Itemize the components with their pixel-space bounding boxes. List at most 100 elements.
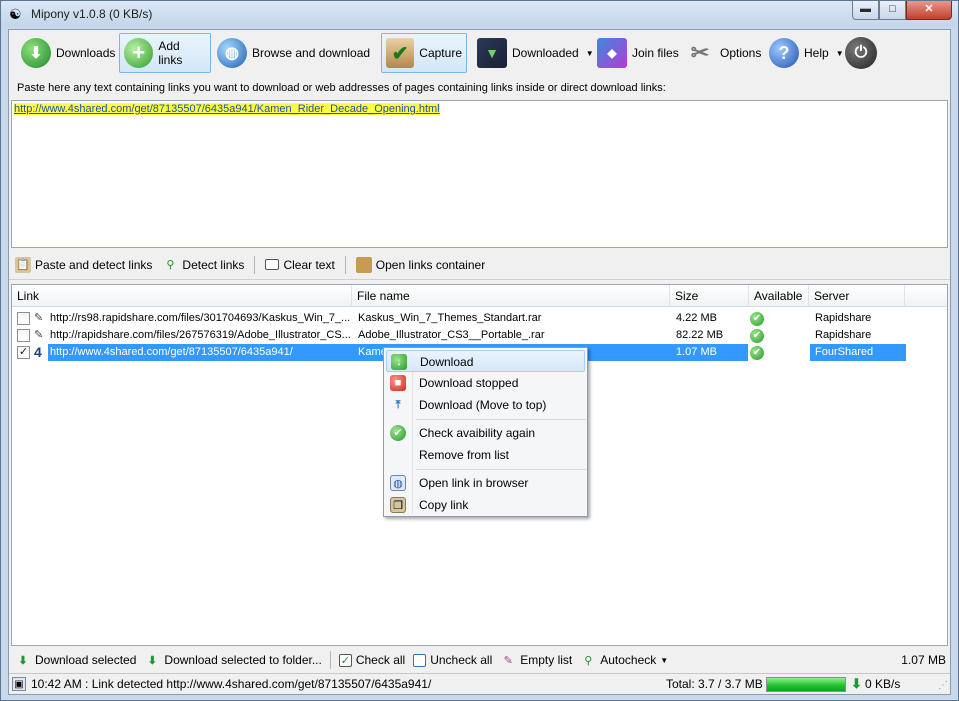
available-check-icon: ✔ — [750, 329, 764, 343]
rapidshare-icon: ✎ — [34, 312, 44, 324]
column-available[interactable]: Available — [749, 285, 809, 307]
autocheck-button[interactable]: ⚲ Autocheck ▼ — [580, 652, 668, 668]
download-selected-to-folder-button[interactable]: ⬇ Download selected to folder... — [144, 652, 322, 668]
add-links-label: Add links — [158, 39, 183, 67]
list-header: Link File name Size Available Server — [12, 285, 947, 307]
paste-and-detect-label: Paste and detect links — [35, 257, 153, 272]
available-check-icon: ✔ — [750, 346, 764, 360]
row-available: ✔ — [750, 344, 790, 361]
download-speed: 0 KB/s — [865, 677, 901, 691]
help-button[interactable]: ? Help ▼ — [765, 33, 848, 73]
resize-grip-icon[interactable]: ⋰ — [938, 680, 948, 691]
power-icon: ⏻ — [845, 37, 877, 69]
add-icon: + — [124, 38, 154, 68]
menu-item-download-stopped[interactable]: ■ Download stopped — [386, 372, 585, 394]
join-files-icon: ◆ — [597, 38, 627, 68]
minimize-button[interactable]: ▬ — [852, 1, 879, 20]
downloads-label: Downloads — [56, 46, 116, 60]
magnifier-icon: ⚲ — [584, 654, 593, 667]
links-textarea[interactable]: http://www.4shared.com/get/87135507/6435… — [11, 100, 948, 248]
available-check-icon: ✔ — [750, 312, 764, 326]
open-links-container-button[interactable]: Open links container — [355, 256, 486, 273]
empty-list-button[interactable]: ✎ Empty list — [500, 652, 573, 668]
box-icon — [355, 256, 372, 273]
autocheck-label: Autocheck — [600, 653, 657, 667]
column-size[interactable]: Size — [670, 285, 749, 307]
app-window: ☯ Mipony v1.0.8 (0 KB/s) ▬ □ ✕ ⬇ Downloa… — [0, 0, 959, 701]
separator — [329, 651, 331, 669]
title-bar[interactable]: ☯ Mipony v1.0.8 (0 KB/s) ▬ □ ✕ — [1, 1, 958, 27]
downloaded-button[interactable]: ▼ Downloaded ▼ — [473, 33, 598, 73]
download-selected-label: Download selected — [35, 653, 137, 667]
row-context-menu: ↓ Download ■ Download stopped ⤒ Download… — [383, 347, 588, 517]
download-folder-icon: ⬇ — [147, 654, 158, 667]
downloads-button[interactable]: ⬇ Downloads — [17, 33, 119, 73]
paste-icon: 📋 — [15, 256, 31, 273]
clear-icon — [265, 259, 280, 270]
clear-text-button[interactable]: Clear text — [265, 258, 335, 272]
menu-item-move-to-top[interactable]: ⤒ Download (Move to top) — [386, 394, 585, 416]
chevron-down-icon: ▼ — [660, 655, 669, 665]
check-all-button[interactable]: ✓ Check all — [338, 653, 405, 667]
row-link: http://www.4shared.com/get/87135507/6435… — [50, 346, 293, 358]
download-arrow-icon: ⬇ — [18, 654, 28, 667]
detect-links-button[interactable]: ⚲ Detect links — [162, 257, 244, 273]
menu-item-label: Open link in browser — [419, 476, 529, 490]
pasted-link-text: http://www.4shared.com/get/87135507/6435… — [14, 103, 440, 115]
menu-item-open-in-browser[interactable]: ◍ Open link in browser — [386, 472, 585, 494]
row-checkbox[interactable] — [17, 312, 30, 325]
row-server: Rapidshare — [815, 312, 872, 324]
menu-item-label: Remove from list — [419, 448, 510, 462]
row-checkbox[interactable] — [17, 329, 30, 342]
check-icon: ✔ — [390, 425, 406, 441]
join-files-button[interactable]: ◆ Join files — [593, 33, 683, 73]
menu-item-label: Download — [420, 355, 474, 369]
add-links-button[interactable]: + Add links — [119, 33, 211, 73]
column-link[interactable]: Link — [12, 285, 352, 307]
checkbox-empty-icon — [413, 653, 427, 667]
close-button[interactable]: ✕ — [906, 1, 952, 20]
row-size: 4.22 MB — [676, 312, 717, 324]
download-selected-to-folder-label: Download selected to folder... — [164, 653, 322, 667]
help-icon: ? — [769, 38, 799, 68]
text-actions-bar: 📋 Paste and detect links ⚲ Detect links … — [9, 250, 950, 280]
row-file-name: Kaskus_Win_7_Themes_Standart.rar — [358, 312, 542, 324]
progress-fill — [767, 678, 845, 691]
move-top-icon: ⤒ — [395, 399, 401, 411]
power-button[interactable]: ⏻ — [841, 33, 881, 73]
capture-button[interactable]: ✔ Capture — [381, 33, 467, 73]
globe-icon: ◍ — [217, 38, 247, 68]
menu-item-copy-link[interactable]: ❐ Copy link — [386, 494, 585, 516]
row-file-name: Adobe_Illustrator_CS3__Portable_.rar — [358, 329, 545, 341]
input-hint: Paste here any text containing links you… — [17, 82, 666, 94]
browse-label: Browse and download — [252, 46, 371, 60]
column-file-name[interactable]: File name — [352, 285, 670, 307]
maximize-button[interactable]: □ — [879, 1, 906, 20]
browse-and-download-button[interactable]: ◍ Browse and download — [213, 33, 374, 73]
uncheck-all-button[interactable]: Uncheck all — [413, 653, 492, 667]
rapidshare-icon: ✎ — [34, 329, 44, 341]
options-button[interactable]: ✂ Options — [681, 33, 765, 73]
status-message: 10:42 AM : Link detected http://www.4sha… — [31, 677, 432, 691]
menu-item-check-availability[interactable]: ✔ Check avaibility again — [386, 422, 585, 444]
paste-and-detect-button[interactable]: 📋 Paste and detect links — [15, 256, 153, 273]
download-selected-button[interactable]: ⬇ Download selected — [15, 652, 136, 668]
menu-item-label: Download stopped — [419, 376, 519, 390]
open-links-container-label: Open links container — [375, 257, 486, 272]
table-row[interactable]: ✎ http://rs98.rapidshare.com/files/30170… — [12, 310, 947, 327]
downloaded-folder-icon: ▼ — [477, 38, 507, 68]
menu-item-remove-from-list[interactable]: Remove from list — [386, 444, 585, 466]
menu-item-label: Check avaibility again — [419, 426, 536, 440]
separator — [254, 255, 256, 274]
status-total: Total: 3.7 / 3.7 MB — [666, 677, 763, 691]
table-row[interactable]: ✎ http://rapidshare.com/files/267576319/… — [12, 327, 947, 344]
row-size: 1.07 MB — [676, 346, 717, 358]
browser-icon: ◍ — [390, 475, 406, 491]
menu-item-download[interactable]: ↓ Download — [386, 350, 585, 372]
column-server[interactable]: Server — [809, 285, 905, 307]
row-size: 82.22 MB — [676, 329, 724, 341]
download-progress-bar — [766, 677, 846, 692]
row-checkbox[interactable]: ✓ — [17, 346, 30, 359]
mipony-logo-icon: ☯ — [9, 6, 22, 22]
download-icon: ↓ — [391, 354, 407, 370]
